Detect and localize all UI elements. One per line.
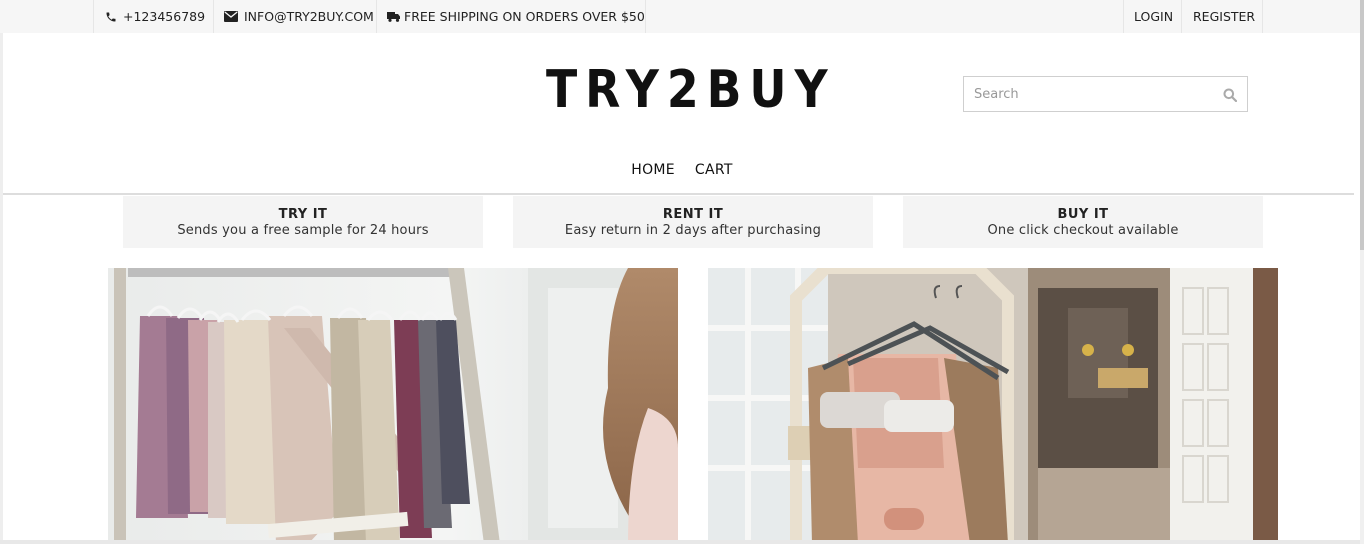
feature-try-it: TRY IT Sends you a free sample for 24 ho… (123, 196, 483, 248)
login-link[interactable]: LOGIN (1123, 0, 1181, 33)
feature-buy-it: BUY IT One click checkout available (903, 196, 1263, 248)
truck-icon (387, 11, 400, 22)
nav-item-home[interactable]: HOME (631, 162, 675, 178)
phone-contact[interactable]: +123456789 (93, 0, 213, 33)
bottom-edge (0, 540, 1364, 544)
search-input[interactable] (964, 77, 1214, 111)
feature-description: One click checkout available (987, 223, 1179, 238)
feature-rent-it: RENT IT Easy return in 2 days after purc… (513, 196, 873, 248)
shipping-notice: FREE SHIPPING ON ORDERS OVER $50 (376, 0, 646, 33)
feature-description: Easy return in 2 days after purchasing (564, 223, 822, 238)
scrollbar-thumb[interactable] (1360, 0, 1364, 250)
feature-description: Sends you a free sample for 24 hours (177, 223, 429, 238)
register-link[interactable]: REGISTER (1181, 0, 1263, 33)
search-icon[interactable] (1223, 87, 1238, 106)
nav-item-cart[interactable]: CART (695, 162, 733, 178)
boutique-display-image[interactable] (708, 268, 1278, 544)
site-logo[interactable]: TRY2BUY (546, 60, 836, 120)
phone-icon (105, 11, 117, 23)
phone-number: +123456789 (123, 9, 206, 24)
page-scrollbar[interactable] (1360, 0, 1364, 544)
clothing-rack-image[interactable] (108, 268, 678, 544)
top-bar: +123456789 INFO@TRY2BUY.COM FREE SHIPPIN… (0, 0, 1360, 33)
search-box (963, 76, 1248, 112)
shipping-text: FREE SHIPPING ON ORDERS OVER $50 (404, 9, 645, 24)
page: +123456789 INFO@TRY2BUY.COM FREE SHIPPIN… (0, 0, 1364, 544)
left-edge (0, 33, 3, 544)
main-nav: HOME CART (0, 162, 1364, 178)
header-divider (3, 193, 1354, 195)
email-contact[interactable]: INFO@TRY2BUY.COM (213, 0, 376, 33)
email-address: INFO@TRY2BUY.COM (244, 9, 374, 24)
feature-title: TRY IT (278, 207, 328, 222)
feature-title: BUY IT (1057, 207, 1109, 222)
envelope-icon (224, 11, 238, 22)
feature-title: RENT IT (662, 207, 724, 222)
